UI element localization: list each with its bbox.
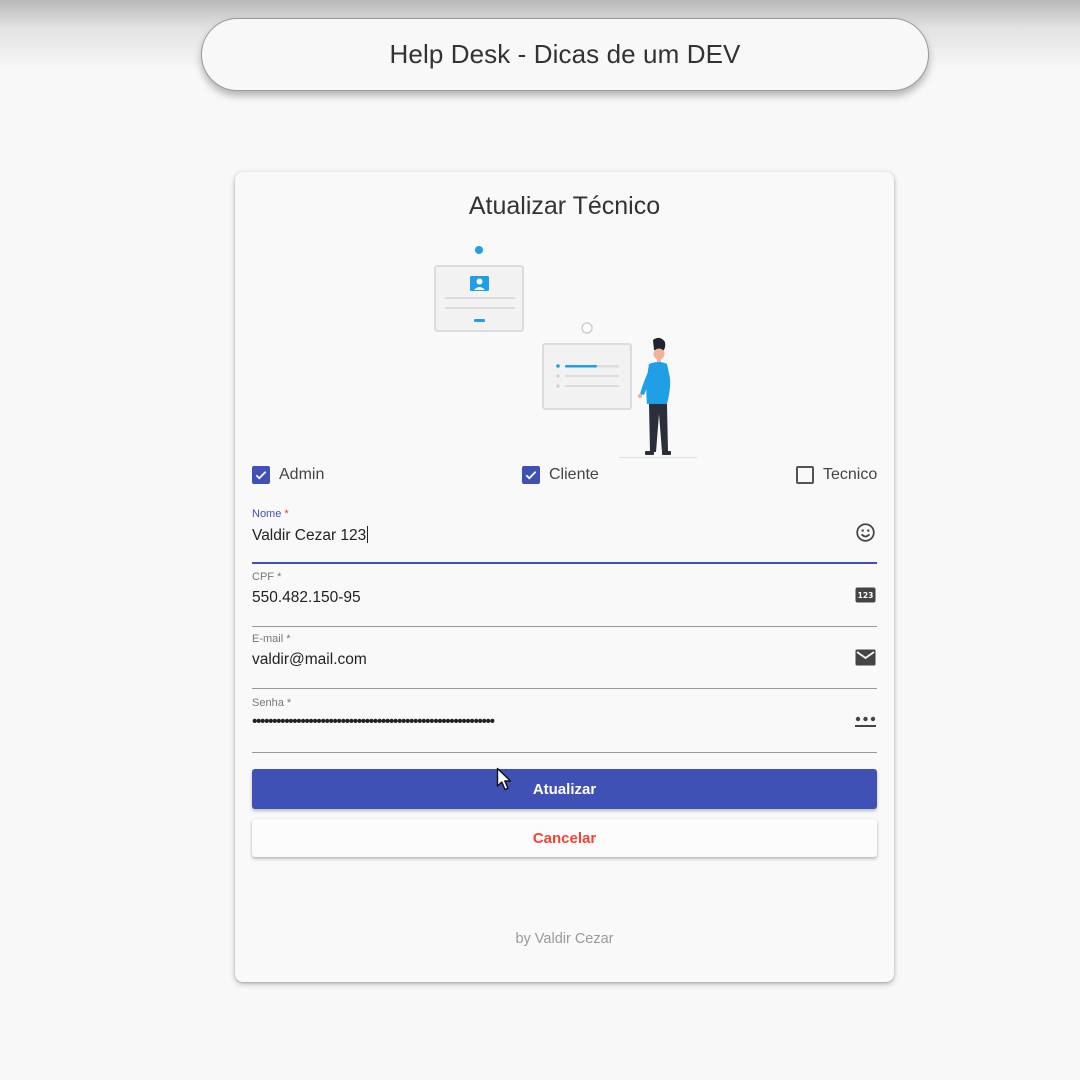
admin-checkbox[interactable]: Admin	[252, 466, 324, 484]
footer-credit: by Valdir Cezar	[515, 931, 614, 947]
update-technician-card: Atualizar Técnico Admin Cliente Tecnico …	[235, 172, 894, 982]
nome-field[interactable]: Nome * Valdir Cezar 123	[252, 508, 877, 564]
cpf-input[interactable]: 550.482.150-95	[252, 589, 361, 607]
email-field[interactable]: E-mail * valdir@mail.com	[252, 633, 877, 689]
app-title: Help Desk - Dicas de um DEV	[389, 39, 741, 69]
nome-label: Nome *	[252, 508, 289, 520]
numbers-123-icon: 123	[853, 583, 877, 607]
nome-underline	[252, 562, 877, 564]
mouse-pointer-icon	[496, 767, 512, 791]
senha-field[interactable]: Senha * ••••••••••••••••••••••••••••••••…	[252, 697, 877, 753]
checkbox-checked-icon	[522, 466, 540, 484]
cpf-underline	[252, 626, 877, 627]
page-title: Atualizar Técnico	[468, 192, 661, 220]
senha-underline	[252, 752, 877, 753]
role-checkboxes: Admin Cliente Tecnico	[252, 466, 877, 490]
cpf-label: CPF *	[252, 571, 282, 583]
nome-input[interactable]: Valdir Cezar 123	[252, 526, 369, 545]
mail-icon	[853, 645, 877, 669]
email-underline	[252, 688, 877, 689]
text-caret	[367, 526, 369, 543]
checkbox-unchecked-icon	[796, 466, 814, 484]
password-dots-icon	[853, 709, 877, 733]
app-header: Help Desk - Dicas de um DEV	[201, 18, 929, 91]
svg-text:123: 123	[857, 591, 873, 600]
emoji-smile-icon	[853, 520, 877, 544]
tecnico-label: Tecnico	[823, 466, 878, 483]
email-label: E-mail *	[252, 633, 291, 645]
cancelar-button[interactable]: Cancelar	[252, 819, 877, 857]
senha-input[interactable]: ••••••••••••••••••••••••••••••••••••••••…	[252, 713, 495, 731]
profile-illustration	[434, 246, 697, 458]
cliente-checkbox[interactable]: Cliente	[522, 466, 599, 484]
checkbox-checked-icon	[252, 466, 270, 484]
admin-label: Admin	[279, 466, 325, 483]
atualizar-button[interactable]: Atualizar	[252, 769, 877, 809]
tecnico-checkbox[interactable]: Tecnico	[796, 466, 877, 484]
email-input[interactable]: valdir@mail.com	[252, 651, 367, 669]
senha-label: Senha *	[252, 697, 292, 709]
cliente-label: Cliente	[549, 466, 599, 483]
cpf-field[interactable]: CPF * 550.482.150-95 123	[252, 571, 877, 627]
